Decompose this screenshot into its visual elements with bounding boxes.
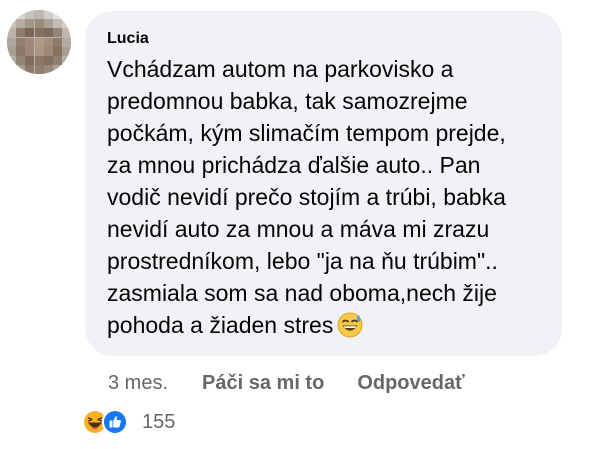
avatar-pixel: [7, 19, 16, 29]
avatar-pixel: [16, 46, 26, 56]
avatar-pixel: [16, 28, 26, 38]
comment-text: Vchádzam autom na parkovisko a predomnou…: [107, 53, 557, 341]
avatar-pixel: [25, 19, 35, 29]
avatar-pixel: [53, 56, 62, 65]
avatar-pixel: [43, 46, 53, 56]
avatar-pixel: [62, 65, 71, 74]
reaction-summary[interactable]: 155: [82, 408, 175, 436]
comment-text-line: pohoda a žiaden stres: [107, 312, 334, 338]
avatar-pixel: [7, 56, 16, 65]
avatar-pixel: [34, 65, 44, 74]
avatar-pixel: [53, 65, 62, 74]
avatar-pixel: [16, 65, 26, 74]
avatar-pixel: [43, 10, 53, 19]
avatar-pixel: [25, 56, 35, 65]
avatar-pixel: [7, 10, 16, 19]
avatar-pixel: [34, 10, 44, 19]
avatar-pixel: [43, 65, 53, 74]
avatar-pixel: [7, 37, 16, 47]
avatar-pixel: [16, 56, 26, 65]
avatar-pixel: [7, 46, 16, 56]
avatar-pixel: [62, 10, 71, 19]
avatar-pixel: [53, 19, 62, 29]
avatar-pixel: [43, 19, 53, 29]
avatar-pixel: [25, 46, 35, 56]
comment-text-line: nevidí auto za mnou a máva mi zrazu: [107, 216, 490, 242]
avatar-pixel: [25, 10, 35, 19]
avatar-pixel: [34, 37, 44, 47]
avatar-pixel: [43, 56, 53, 65]
avatar-pixel: [62, 28, 71, 38]
avatar-pixel: [62, 19, 71, 29]
avatar-pixel: [53, 10, 62, 19]
avatar-pixel: [16, 19, 26, 29]
like-reaction-icon: [102, 409, 128, 435]
comment-text-line-last: pohoda a žiaden stres: [107, 309, 557, 341]
avatar-pixel: [43, 37, 53, 47]
reaction-count: 155: [142, 410, 176, 433]
avatar-pixel: [25, 37, 35, 47]
comment-text-line: predomnou babka, tak samozrejme: [107, 88, 468, 114]
comment-bubble: Lucia Vchádzam autom na parkovisko a pre…: [85, 11, 562, 356]
avatar-pixel: [62, 46, 71, 56]
avatar-pixel: [25, 65, 35, 74]
comment-text-line: vodič nevidí prečo stojím a trúbi, babka: [107, 184, 506, 210]
comment-text-line: zasmiala som sa nad oboma,nech žije: [107, 280, 497, 306]
avatar-pixel: [53, 37, 62, 47]
avatar-pixel: [16, 37, 26, 47]
avatar-pixel: [16, 10, 26, 19]
avatar[interactable]: [7, 10, 71, 74]
avatar-pixel: [7, 28, 16, 38]
comment-text-line: počkám, kým slimačím tempom prejde,: [107, 120, 506, 146]
comment-author[interactable]: Lucia: [107, 29, 544, 49]
avatar-pixel: [25, 28, 35, 38]
avatar-pixel: [34, 56, 44, 65]
reply-button[interactable]: Odpovedať: [357, 369, 464, 397]
avatar-pixel: [53, 46, 62, 56]
comment-timestamp[interactable]: 3 mes.: [108, 369, 168, 397]
avatar-pixel: [53, 28, 62, 38]
comment-text-line: prostredníkom, lebo "ja na ňu trúbim"..: [107, 248, 498, 274]
like-button[interactable]: Páči sa mi to: [202, 369, 324, 397]
avatar-pixel: [43, 28, 53, 38]
avatar-pixel: [34, 19, 44, 29]
comment-text-line: Vchádzam autom na parkovisko a: [107, 56, 454, 82]
avatar-pixel: [7, 65, 16, 74]
avatar-pixel: [34, 46, 44, 56]
avatar-pixel: [62, 37, 71, 47]
comment-text-line: za mnou prichádza ďalšie auto.. Pan: [107, 152, 481, 178]
comment-actions: 3 mes. Páči sa mi to Odpovedať: [108, 369, 498, 397]
avatar-pixel: [62, 56, 71, 65]
avatar-pixel: [34, 28, 44, 38]
grinning-sweat-emoji: [337, 312, 363, 338]
